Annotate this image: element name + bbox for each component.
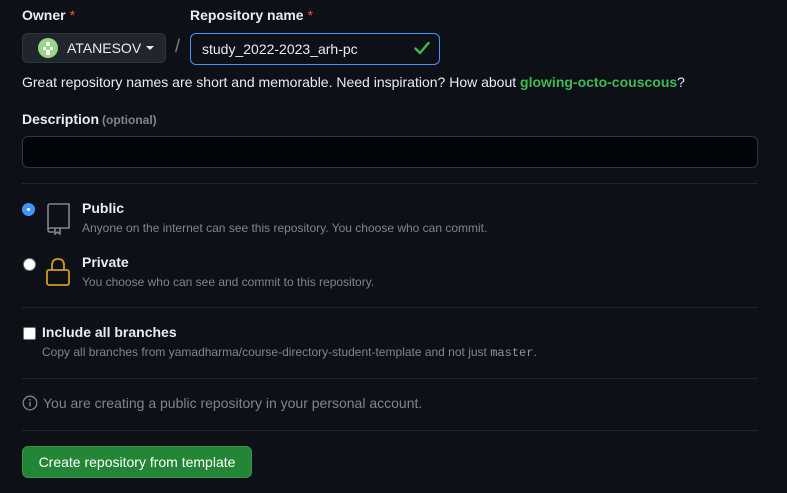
divider	[22, 183, 758, 184]
default-branch-code: master	[490, 346, 534, 360]
description-label: Description (optional)	[22, 111, 157, 127]
owner-repo-separator: /	[175, 36, 181, 56]
hint-suffix: ?	[677, 74, 685, 90]
identicon-avatar	[38, 38, 58, 58]
visibility-info: You are creating a public repository in …	[22, 395, 422, 411]
hint-prefix: Great repository names are short and mem…	[22, 74, 521, 90]
divider	[22, 378, 758, 379]
description-input[interactable]	[22, 136, 758, 168]
divider	[22, 307, 758, 308]
info-icon	[22, 395, 38, 411]
include-branches-desc-suffix: .	[533, 345, 537, 359]
visibility-public-radio[interactable]	[23, 204, 34, 215]
visibility-private-radio[interactable]	[23, 258, 36, 271]
owner-dropdown[interactable]: ATANESOV	[22, 33, 166, 63]
required-mark: *	[69, 7, 76, 23]
check-icon	[414, 41, 430, 55]
repo-icon	[47, 203, 70, 235]
owner-label-text: Owner	[22, 7, 66, 23]
optional-tag: (optional)	[102, 113, 157, 127]
owner-label: Owner *	[22, 7, 75, 23]
description-label-text: Description	[22, 111, 100, 127]
owner-name: ATANESOV	[67, 40, 142, 56]
chevron-down-icon	[146, 46, 155, 50]
create-repository-button[interactable]: Create repository from template	[22, 446, 252, 478]
lock-icon	[46, 258, 70, 286]
visibility-private-desc: You choose who can see and commit to thi…	[82, 275, 375, 289]
include-branches-checkbox[interactable]	[23, 327, 36, 340]
visibility-private-title: Private	[82, 254, 129, 270]
repo-name-hint: Great repository names are short and mem…	[22, 74, 685, 90]
name-suggestion-link[interactable]: glowing-octo-couscous	[520, 74, 677, 90]
include-branches-desc: Copy all branches from yamadharma/course…	[42, 345, 537, 360]
avatar-icon	[43, 42, 53, 55]
create-repo-form: Owner* Repository name* ATANESOV / Great…	[0, 0, 787, 493]
repo-name-label: Repository name *	[190, 7, 313, 23]
repo-name-input[interactable]	[190, 33, 440, 65]
visibility-public-title: Public	[82, 200, 125, 216]
repo-name-label-text: Repository name	[190, 7, 304, 23]
visibility-public-desc: Anyone on the internet can see this repo…	[82, 221, 488, 235]
divider	[22, 430, 758, 431]
include-branches-desc-text: Copy all branches from yamadharma/course…	[42, 345, 491, 359]
required-mark: *	[307, 7, 314, 23]
include-branches-title: Include all branches	[42, 324, 177, 340]
visibility-info-text: You are creating a public repository in …	[43, 395, 423, 411]
